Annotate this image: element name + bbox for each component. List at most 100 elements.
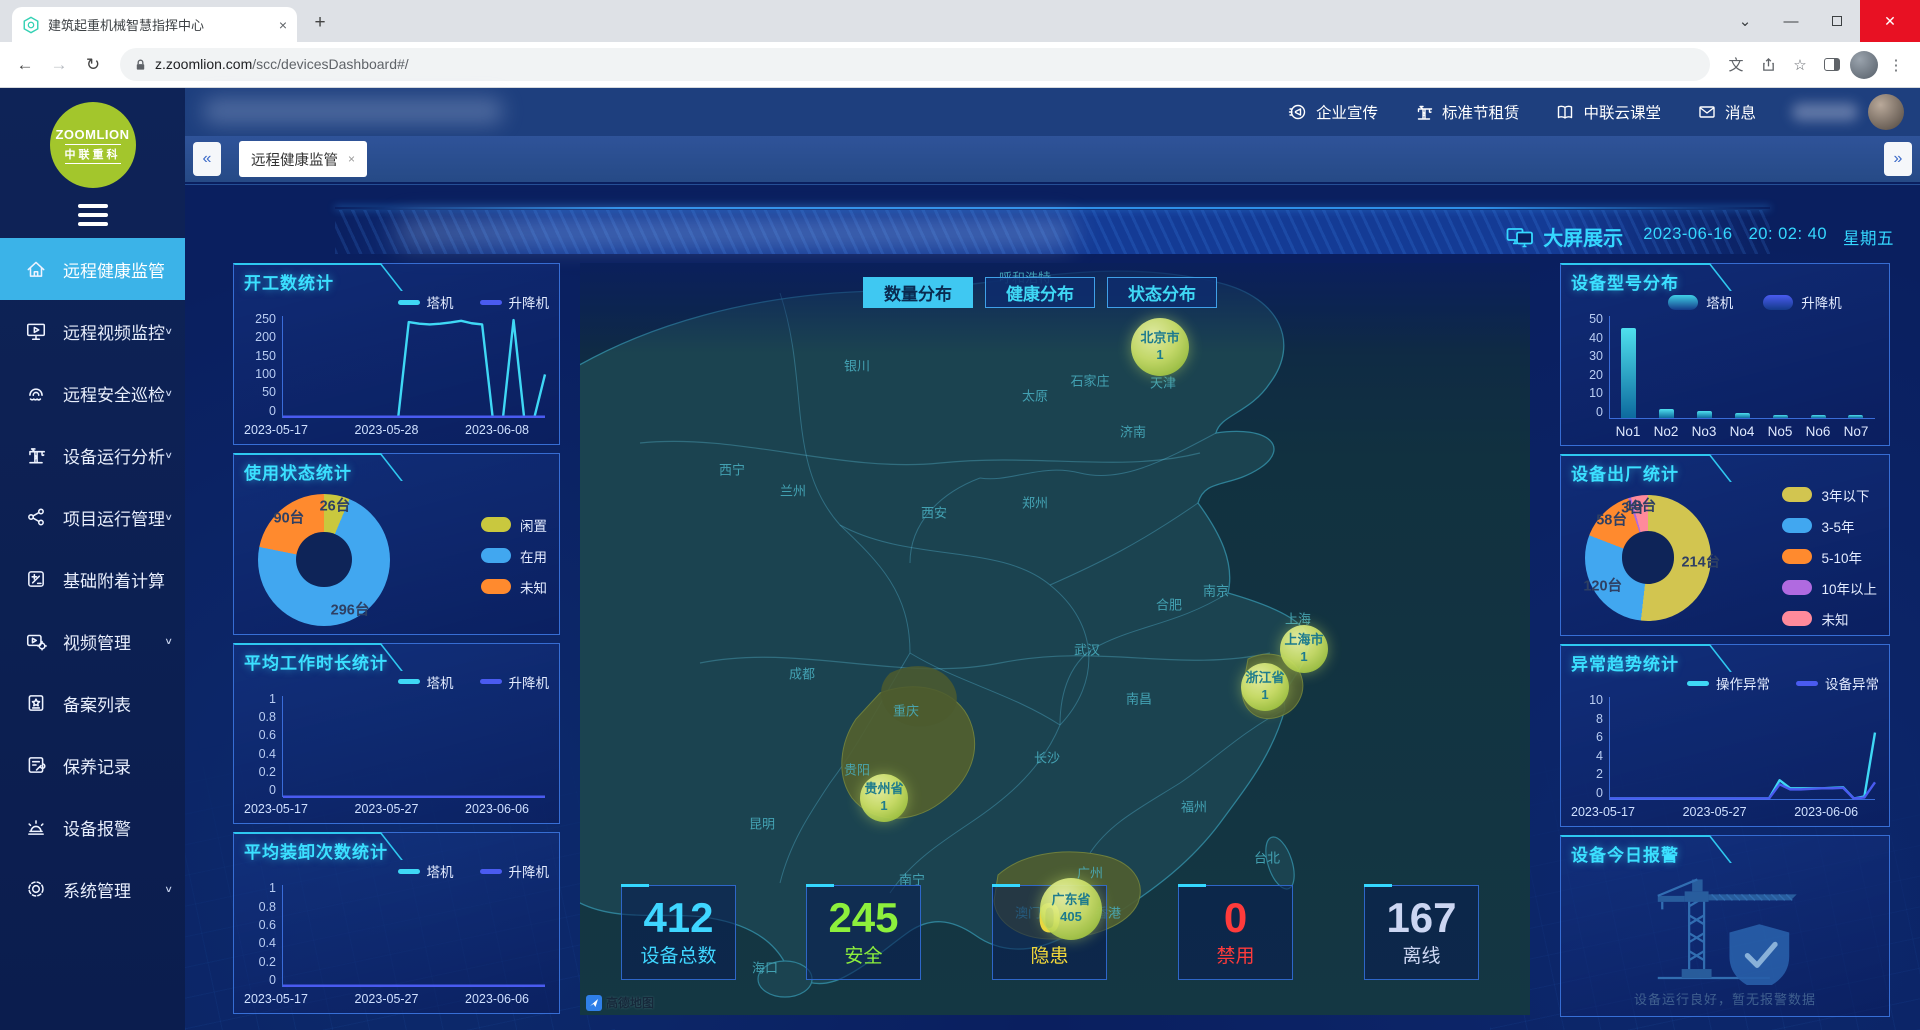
sidebar: ZOOMLION 中联重科 远程健康监管远程视频监控∨远程安全巡检∨设备运行分析… [0, 88, 185, 1030]
legend-item[interactable]: 升降机 [480, 672, 550, 692]
legend-item[interactable]: 10年以上 [1782, 578, 1877, 598]
browser-tab[interactable]: 建筑起重机械智慧指挥中心 × [12, 7, 297, 42]
sidebar-item[interactable]: 保养记录 [0, 734, 185, 796]
legend-item[interactable]: 未知 [1782, 609, 1877, 629]
tab-search-icon[interactable]: ⌄ [1722, 0, 1768, 42]
map-city-label: 重庆 [893, 701, 919, 720]
legend-item[interactable]: 闲置 [481, 515, 547, 535]
chevron-down-icon: ∨ [164, 512, 173, 523]
new-tab-button[interactable]: + [305, 8, 335, 38]
minimize-button[interactable]: — [1768, 0, 1814, 42]
legend-item[interactable]: 升降机 [1763, 292, 1842, 312]
map-marker[interactable]: 浙江省1 [1241, 663, 1289, 711]
back-button[interactable]: ← [10, 50, 40, 80]
map-marker[interactable]: 北京市1 [1131, 318, 1189, 376]
legend-item[interactable]: 未知 [481, 577, 547, 597]
map-mode-button[interactable]: 状态分布 [1107, 277, 1217, 308]
legend-item[interactable]: 操作异常 [1687, 673, 1770, 693]
legend-item[interactable]: 塔机 [398, 672, 454, 692]
map-city-label: 海口 [752, 958, 778, 977]
marker-value: 405 [1060, 909, 1082, 926]
map-marker[interactable]: 广东省405 [1040, 878, 1102, 940]
browser-chrome: 建筑起重机械智慧指挥中心 × + ⌄ — ✕ ← → ↻ z.zoomlion.… [0, 0, 1920, 88]
address-bar[interactable]: z.zoomlion.com/scc/devicesDashboard#/ [120, 48, 1710, 81]
legend-item[interactable]: 升降机 [480, 292, 550, 312]
legend-item[interactable]: 塔机 [398, 292, 454, 312]
sidebar-item[interactable]: 备案列表 [0, 672, 185, 734]
chevron-down-icon: ∨ [164, 884, 173, 895]
forward-button[interactable]: → [44, 50, 74, 80]
sidebar-collapse-button[interactable] [78, 204, 108, 226]
tabs-scroll-left-icon[interactable]: « [193, 142, 221, 176]
sidebar-item-label: 远程安全巡检 [63, 381, 165, 406]
map-city-label: 郑州 [1022, 493, 1048, 512]
map-city-label: 贵阳 [844, 760, 870, 779]
legend-item[interactable]: 5-10年 [1782, 547, 1877, 567]
topnav-item[interactable]: 标准节租赁 [1414, 101, 1520, 123]
video-monitor-icon [25, 320, 47, 342]
right-panel-column: 设备型号分布 塔机升降机50403020100No1No2No3No4No5No… [1560, 263, 1890, 1017]
donut-slice-label: 214台 [1681, 550, 1720, 571]
sidebar-item[interactable]: 远程视频监控∨ [0, 300, 185, 362]
map-city-label: 西宁 [719, 460, 745, 479]
sidebar-item[interactable]: 设备报警 [0, 796, 185, 858]
map-city-label: 济南 [1120, 422, 1146, 441]
close-button[interactable]: ✕ [1860, 0, 1920, 42]
panel-factory-age: 设备出厂统计 214台120台58台3台18台3年以下3-5年5-10年10年以… [1560, 454, 1890, 637]
legend-item[interactable]: 塔机 [398, 861, 454, 881]
calculator-icon [25, 568, 47, 590]
stat-card: 167离线 [1364, 885, 1479, 980]
map-marker[interactable]: 上海市1 [1280, 625, 1328, 673]
china-map[interactable]: 数量分布健康分布状态分布 呼和浩特银川太原石家庄天津济南西宁兰州西安郑州南京合肥… [580, 263, 1530, 1015]
legend-item[interactable]: 3年以下 [1782, 485, 1877, 505]
reload-button[interactable]: ↻ [78, 50, 108, 80]
page-tab-active[interactable]: 远程健康监管 × [239, 141, 367, 177]
legend-item[interactable]: 塔机 [1668, 292, 1733, 312]
bar [1621, 328, 1636, 417]
sidebar-item[interactable]: 系统管理 ∨ [0, 858, 185, 920]
map-marker[interactable]: 贵州省1 [860, 774, 908, 822]
map-city-label: 成都 [789, 664, 815, 683]
topnav-item-label: 中联云课堂 [1583, 101, 1661, 123]
tabs-scroll-right-icon[interactable]: » [1884, 142, 1912, 176]
browser-profile-avatar[interactable] [1850, 51, 1878, 79]
panel-title: 设备型号分布 [1571, 269, 1679, 294]
page-tab-close-icon[interactable]: × [348, 152, 355, 166]
sidebar-item-label: 系统管理 [63, 877, 131, 902]
stat-label: 隐患 [1030, 941, 1068, 968]
sidebar-item[interactable]: 基础附着计算 [0, 548, 185, 610]
legend-item[interactable]: 3-5年 [1782, 516, 1877, 536]
stat-label: 设备总数 [640, 941, 716, 968]
map-city-label: 西安 [921, 503, 947, 522]
map-mode-button[interactable]: 健康分布 [985, 277, 1095, 308]
topnav-item-label: 标准节租赁 [1442, 101, 1520, 123]
big-screen-button[interactable]: 大屏展示 [1506, 222, 1623, 251]
topnav-item[interactable]: 中联云课堂 [1555, 101, 1661, 123]
sidebar-item[interactable]: 项目运行管理∨ [0, 486, 185, 548]
sidebar-item[interactable]: 设备运行分析∨ [0, 424, 185, 486]
user-avatar[interactable] [1868, 94, 1904, 130]
side-panel-icon[interactable] [1818, 51, 1846, 79]
topnav-item[interactable]: 消息 [1697, 101, 1756, 123]
menu-kebab-icon[interactable]: ⋮ [1882, 51, 1910, 79]
chevron-down-icon: ∨ [164, 326, 173, 337]
marker-region-label: 贵州省 [864, 781, 903, 798]
legend-item[interactable]: 在用 [481, 546, 547, 566]
dashboard-header: 大屏展示 2023-06-16 20: 02: 40 星期五 [185, 182, 1920, 260]
sidebar-item[interactable]: 视频管理∨ [0, 610, 185, 672]
restore-button[interactable] [1814, 0, 1860, 42]
legend-item[interactable]: 升降机 [480, 861, 550, 881]
sidebar-item[interactable]: 远程安全巡检∨ [0, 362, 185, 424]
marker-region-label: 上海市 [1284, 632, 1323, 649]
weekday-label: 星期五 [1843, 225, 1894, 249]
sidebar-item-label: 保养记录 [63, 753, 131, 778]
legend-item[interactable]: 设备异常 [1796, 673, 1879, 693]
user-area[interactable] [1792, 94, 1904, 130]
translate-icon[interactable]: 文 [1722, 51, 1750, 79]
topnav-item[interactable]: 企业宣传 [1288, 101, 1378, 123]
bookmark-star-icon[interactable]: ☆ [1786, 51, 1814, 79]
tab-close-icon[interactable]: × [279, 17, 287, 33]
map-mode-button[interactable]: 数量分布 [863, 277, 973, 308]
share-icon[interactable] [1754, 51, 1782, 79]
sidebar-item[interactable]: 远程健康监管 [0, 238, 185, 300]
